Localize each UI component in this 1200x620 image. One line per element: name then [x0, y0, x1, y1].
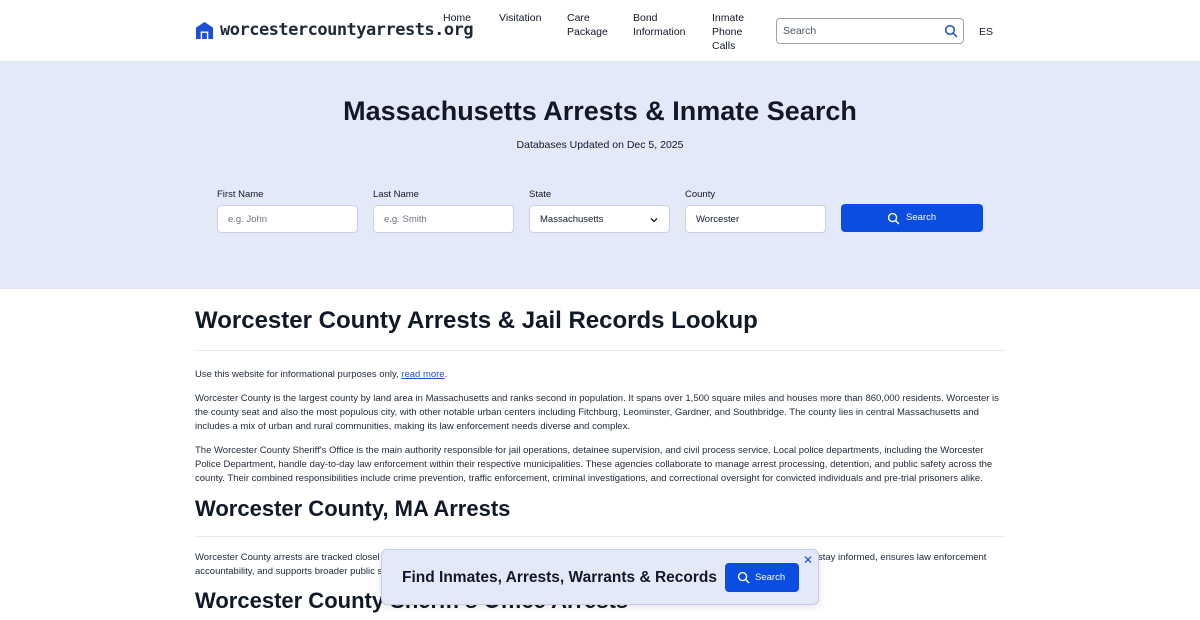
- arrests-paragraph-line2: accountability, and supports broader pub…: [195, 566, 383, 577]
- close-icon[interactable]: ✕: [803, 553, 813, 567]
- arrests-paragraph-start: Worcester County arrests are tracked clo…: [195, 552, 380, 563]
- state-label: State: [529, 189, 552, 200]
- nav-home[interactable]: Home: [443, 11, 471, 25]
- county-label: County: [685, 189, 716, 200]
- divider: [195, 350, 1005, 351]
- site-header: worcestercountyarrests.org Home Visitati…: [0, 0, 1200, 62]
- last-name-field: [373, 205, 514, 233]
- house-logo-icon: [195, 21, 214, 39]
- nav-care-package[interactable]: Care Package: [567, 11, 608, 39]
- language-toggle[interactable]: ES: [979, 26, 993, 38]
- arrests-paragraph-end: stay informed, ensures law enforcement: [818, 552, 987, 563]
- hero-search-button-label: Search: [906, 212, 937, 223]
- first-name-input[interactable]: [228, 214, 348, 225]
- first-name-field: [217, 205, 358, 233]
- popup-search-button[interactable]: Search: [725, 563, 799, 592]
- state-value: Massachusetts: [540, 214, 604, 225]
- divider: [195, 536, 1005, 537]
- nav-bond-information[interactable]: Bond Information: [633, 11, 686, 39]
- nav-inmate-phone-calls[interactable]: Inmate Phone Calls: [712, 11, 744, 53]
- disclaimer-text: Use this website for informational purpo…: [195, 368, 1005, 382]
- arrests-heading: Worcester County, MA Arrests: [195, 496, 511, 521]
- disclaimer-prefix: Use this website for informational purpo…: [195, 369, 402, 380]
- first-name-label: First Name: [217, 189, 264, 200]
- last-name-label: Last Name: [373, 189, 419, 200]
- popup-search-button-label: Search: [755, 572, 786, 583]
- chevron-down-icon: [650, 218, 658, 223]
- site-logo[interactable]: worcestercountyarrests.org: [195, 20, 474, 40]
- hero-section: Massachusetts Arrests & Inmate Search Da…: [0, 62, 1200, 289]
- hero-title: Massachusetts Arrests & Inmate Search: [343, 96, 857, 126]
- state-select[interactable]: Massachusetts: [529, 205, 670, 233]
- hero-search-button[interactable]: Search: [841, 204, 983, 232]
- logo-text: worcestercountyarrests.org: [220, 20, 474, 40]
- header-search-input[interactable]: [783, 25, 933, 37]
- search-icon: [887, 212, 900, 225]
- sheriff-office-paragraph: The Worcester County Sheriff's Office is…: [195, 445, 993, 484]
- database-updated-text: Databases Updated on Dec 5, 2025: [516, 139, 684, 151]
- search-icon[interactable]: [944, 24, 958, 38]
- county-field[interactable]: Worcester: [685, 205, 826, 233]
- read-more-link[interactable]: read more: [401, 369, 444, 380]
- popup-text: Find Inmates, Arrests, Warrants & Record…: [402, 569, 717, 586]
- page-title: Worcester County Arrests & Jail Records …: [195, 307, 758, 334]
- header-search: [776, 18, 964, 44]
- disclaimer-suffix: .: [444, 369, 448, 380]
- search-icon: [737, 571, 750, 584]
- search-popup: Find Inmates, Arrests, Warrants & Record…: [381, 549, 819, 605]
- county-overview-paragraph: Worcester County is the largest county b…: [195, 393, 999, 432]
- county-value: Worcester: [696, 214, 740, 225]
- last-name-input[interactable]: [384, 214, 504, 225]
- nav-visitation[interactable]: Visitation: [499, 11, 541, 25]
